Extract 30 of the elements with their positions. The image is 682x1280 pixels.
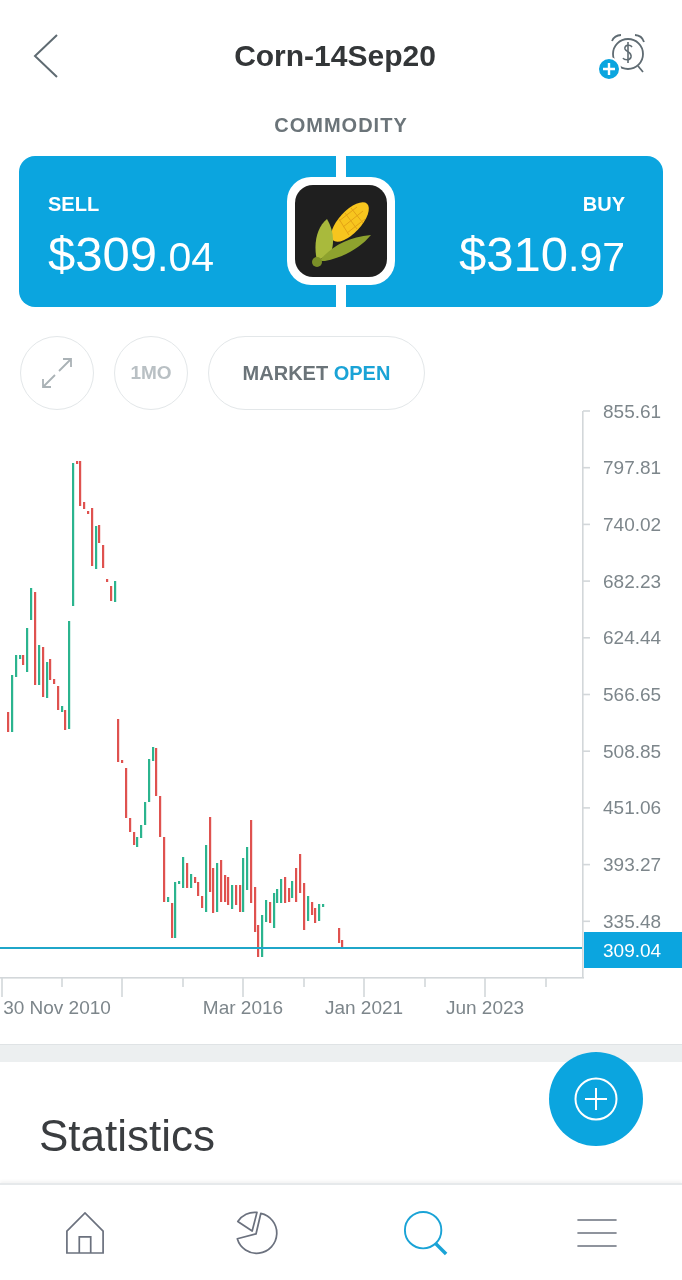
buy-price[interactable]: $310.97: [459, 226, 625, 294]
y-axis-label: 335.48: [603, 910, 662, 932]
y-axis-label: 797.81: [603, 457, 662, 479]
y-axis-label: 451.06: [603, 797, 662, 819]
y-axis-label: 682.23: [603, 570, 662, 592]
expand-icon: [41, 357, 73, 389]
category-label: COMMODITY: [273, 113, 409, 137]
page-title: Corn-14Sep20: [234, 39, 437, 73]
x-axis-label: Jan 2021: [324, 996, 404, 1018]
sell-label[interactable]: SELL: [48, 192, 100, 216]
home-icon[interactable]: [65, 1210, 106, 1255]
y-axis-label: 740.02: [603, 513, 662, 535]
y-axis-label: 566.65: [603, 684, 662, 705]
y-axis-label: 393.27: [603, 854, 662, 876]
current-price-tag: 309.04: [584, 932, 682, 968]
y-axis-label: 508.85: [603, 740, 662, 762]
plus-circle-icon: [574, 1077, 618, 1121]
y-axis-label: 624.44: [603, 627, 662, 649]
buy-label[interactable]: BUY: [582, 192, 625, 216]
search-icon[interactable]: [403, 1209, 450, 1256]
corn-icon: [287, 177, 395, 285]
back-icon[interactable]: [33, 34, 59, 78]
x-axis-label: 30 Nov 2010: [3, 996, 111, 1018]
menu-icon[interactable]: [575, 1218, 618, 1247]
sell-price[interactable]: $309.04: [48, 226, 214, 294]
y-axis-label: 855.61: [603, 400, 662, 422]
statistics-heading: Statistics: [39, 1110, 216, 1162]
x-axis-label: Mar 2016: [202, 996, 284, 1018]
x-axis-label: Jun 2023: [445, 996, 525, 1018]
timeframe-button[interactable]: 1MO: [114, 336, 188, 410]
